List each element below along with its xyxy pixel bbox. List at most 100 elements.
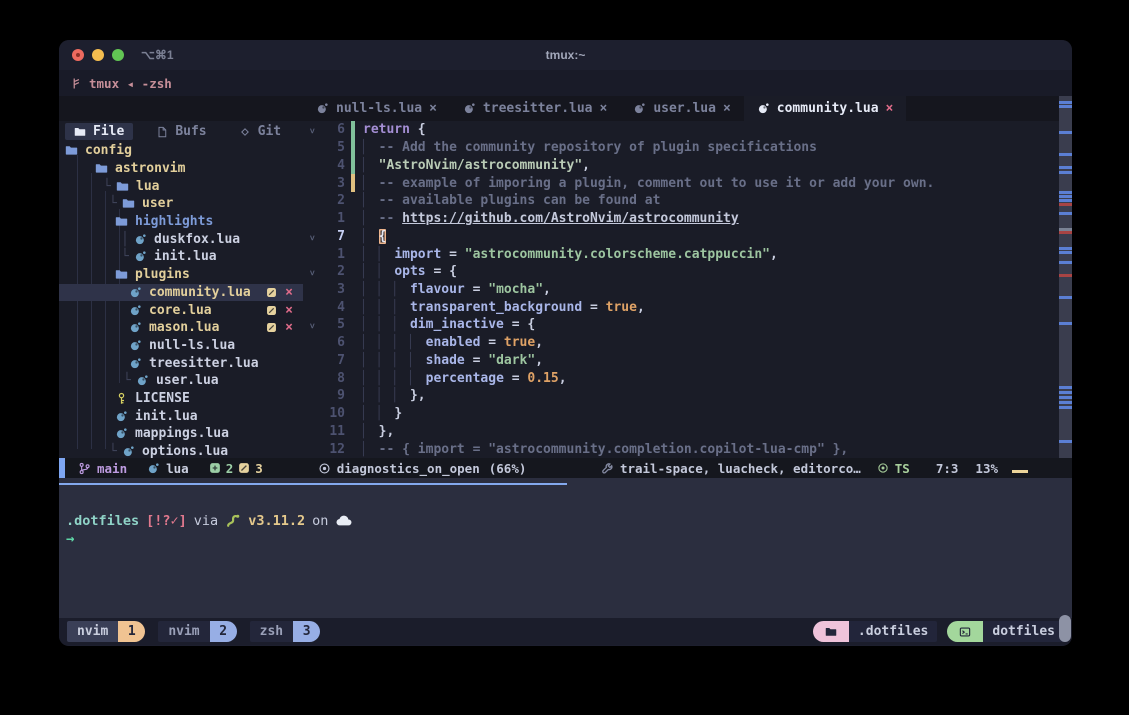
sign-column [351, 387, 355, 405]
tree-item-label: lua [136, 179, 159, 194]
neotree-tab-bufs[interactable]: Bufs [147, 123, 215, 140]
fold-chevron-icon[interactable]: > [303, 229, 320, 244]
tree-item-community.lua[interactable]: community.lua× [59, 284, 303, 302]
buffer-close-icon[interactable]: × [429, 101, 437, 116]
neotree-tab-file[interactable]: File [65, 123, 133, 140]
folder-icon [65, 144, 78, 157]
git-branch-name: main [97, 461, 127, 476]
tree-item-astronvim[interactable]: astronvim [59, 160, 303, 178]
treesitter-icon [877, 462, 889, 474]
neotree-source-tabs: File Bufs Git [59, 121, 303, 140]
close-buffer-icon[interactable]: × [285, 285, 293, 300]
scrollbar-mark [1059, 199, 1072, 202]
tree-item-options.lua[interactable]: └options.lua [59, 443, 303, 461]
buffer-tab-label: treesitter.lua [483, 101, 593, 116]
code-token: ▏ [363, 176, 379, 191]
boxpencil-icon [266, 287, 277, 298]
buffer-close-icon[interactable]: × [886, 101, 894, 116]
tree-item-highlights[interactable]: highlights [59, 213, 303, 231]
close-buffer-icon[interactable]: × [285, 320, 293, 335]
sign-column [351, 281, 355, 299]
line-number: 6 [320, 122, 345, 137]
tmux-window-3[interactable]: zsh3 [250, 621, 320, 642]
close-buffer-icon[interactable]: × [285, 303, 293, 318]
tree-item-mason.lua[interactable]: mason.lua× [59, 319, 303, 337]
tree-connector: └ [109, 196, 122, 211]
tree-item-lua[interactable]: └lua [59, 177, 303, 195]
kitty-tab-title[interactable]: tmux ◂ -zsh [89, 76, 172, 91]
titlebar: ⌥⌘1 tmux:~ [59, 40, 1072, 70]
license-key-icon [115, 392, 128, 405]
buffer-tab-community.lua[interactable]: community.lua× [744, 96, 907, 121]
tools-icon [601, 462, 614, 475]
prompt-arrow[interactable]: → [66, 531, 74, 547]
editor-line: 3▏ ▏ ▏ flavour = "mocha", [303, 281, 1072, 299]
editor-line: 5▏ -- Add the community repository of pl… [303, 139, 1072, 157]
lua-icon [136, 374, 149, 387]
tree-item-null-ls.lua[interactable]: null-ls.lua [59, 337, 303, 355]
editor-buffer[interactable]: >6return {5▏ -- Add the community reposi… [303, 121, 1072, 458]
buffer-tab-user.lua[interactable]: user.lua× [620, 96, 743, 121]
code-token: percentage [426, 371, 504, 386]
code-token: ▏ ▏ ▏ [363, 317, 410, 332]
diagnostics-item[interactable]: diagnostics_on_open (66%) [318, 461, 527, 476]
treesitter-icon [877, 462, 889, 474]
tree-item-treesitter.lua[interactable]: treesitter.lua [59, 354, 303, 372]
git-branch-item[interactable]: main [78, 461, 127, 476]
traffic-lights [72, 49, 124, 61]
code-token: ▏ [363, 424, 379, 439]
terminal-window: ⌥⌘1 tmux:~ tmux ◂ -zsh null-ls.lua×trees… [59, 40, 1072, 646]
lua-file-icon [757, 102, 770, 115]
tree-item-config[interactable]: config [59, 142, 303, 160]
code-token: -- [379, 211, 402, 226]
line-number: 12 [320, 442, 345, 457]
tmux-status-dotfiles: dotfiles [947, 621, 1064, 642]
tree-item-user[interactable]: └user [59, 195, 303, 213]
folder-icon [95, 162, 108, 175]
code-token: -- example of imporing a plugin, comment… [379, 176, 935, 191]
tree-item-user.lua[interactable]: └user.lua [59, 372, 303, 390]
code-text: ▏ ▏ ▏ dim_inactive = { [363, 317, 535, 332]
fold-chevron-icon[interactable]: > [303, 122, 320, 137]
tree-item-plugins[interactable]: plugins [59, 266, 303, 284]
scrollbar-mark [1059, 101, 1072, 104]
neotree-tab-git[interactable]: Git [230, 123, 290, 140]
tree-item-init.lua[interactable]: init.lua [59, 407, 303, 425]
code-token: ▏ [363, 442, 379, 457]
tree-item-init.lua[interactable]: └init.lua [59, 248, 303, 266]
close-window-button[interactable] [72, 49, 84, 61]
editor-line: 4▏ "AstroNvim/astrocommunity", [303, 156, 1072, 174]
tree-item-core.lua[interactable]: core.lua× [59, 301, 303, 319]
code-token: ▏ [363, 211, 379, 226]
shell-pane[interactable]: .dotfiles [!?✓] via v3.11.2 on → [59, 478, 1072, 618]
buffer-close-icon[interactable]: × [600, 101, 608, 116]
buffer-tab-treesitter.lua[interactable]: treesitter.lua × [450, 96, 620, 121]
terminal-scrollbar-thumb[interactable] [1059, 615, 1071, 642]
buffer-close-icon[interactable]: × [723, 101, 731, 116]
tools-icon [601, 462, 614, 475]
minimize-window-button[interactable] [92, 49, 104, 61]
tree-connector: └ [123, 373, 136, 388]
fold-chevron-icon[interactable]: > [303, 264, 320, 279]
editor-scrollbar[interactable] [1059, 96, 1072, 458]
code-text: ▏ ▏ ▏ flavour = "mocha", [363, 282, 551, 297]
tree-item-label: LICENSE [135, 391, 190, 406]
buffer-tab-null-ls.lua[interactable]: null-ls.lua× [303, 96, 450, 121]
sign-column [351, 316, 355, 334]
tmux-window-1[interactable]: nvim1 [67, 621, 145, 642]
folder-icon [74, 126, 86, 138]
zoom-window-button[interactable] [112, 49, 124, 61]
tree-item-LICENSE[interactable]: LICENSE [59, 390, 303, 408]
tree-item-mappings.lua[interactable]: mappings.lua [59, 425, 303, 443]
line-number: 7 [320, 229, 345, 244]
code-token: ▏ ▏ [363, 247, 394, 262]
fold-chevron-icon[interactable]: > [303, 317, 320, 332]
session-icon [70, 77, 83, 90]
file-icon [156, 126, 168, 138]
tmux-window-2[interactable]: nvim2 [158, 621, 236, 642]
tree-item-duskfox.lua[interactable]: │duskfox.lua [59, 230, 303, 248]
line-number: 9 [320, 388, 345, 403]
tree-item-label: init.lua [154, 249, 217, 264]
lsp-tools-item[interactable]: trail-space, luacheck, editorco… [601, 461, 861, 476]
folder-icon [115, 268, 128, 281]
